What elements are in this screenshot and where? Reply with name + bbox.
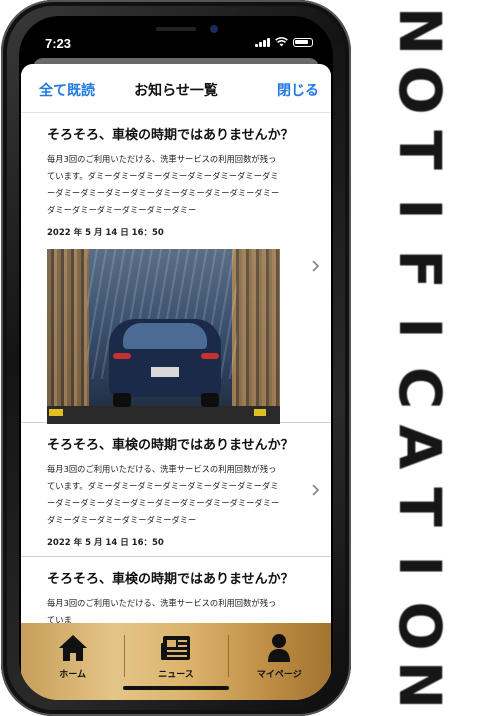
wifi-icon [275,37,288,47]
side-letter: A [386,424,454,470]
notification-date: 2022 年 5 月 14 日 16：50 [47,538,164,548]
status-time: 7:23 [45,36,72,51]
notification-item[interactable]: そろそろ、車検の時期ではありませんか？ 毎月3回のご利用いただける、洗車サービス… [21,423,331,557]
side-letter: T [386,130,454,170]
tab-divider [124,635,126,677]
tab-label: ニュース [158,670,194,680]
speaker [156,27,196,31]
side-letter: O [386,65,454,116]
close-button[interactable]: 閉じる [277,80,319,100]
side-letter: I [386,555,454,577]
side-letter: F [386,249,454,289]
battery-icon [293,37,313,47]
notification-title: そろそろ、車検の時期ではありませんか？ [47,438,294,453]
home-indicator [123,686,229,690]
status-bar: 7:23 [19,16,333,60]
notification-title: そろそろ、車検の時期ではありませんか？ [47,572,294,587]
notification-body: 毎月3回のご利用いただける、洗車サービスの利用回数が残っていま [47,598,277,623]
notification-item[interactable]: そろそろ、車検の時期ではありませんか？ 毎月3回のご利用いただける、洗車サービス… [21,557,331,623]
side-letter: I [386,198,454,221]
chevron-right-icon [312,484,320,496]
phone-frame: 7:23 全て既読 お知らせ一覧 閉じる そろそろ、車検の時期ではありませんか？… [1,0,351,716]
notification-title: そろそろ、車検の時期ではありませんか？ [47,128,294,143]
tab-label: マイページ [256,670,302,680]
newspaper-icon [160,636,190,660]
notification-item[interactable]: そろそろ、車検の時期ではありませんか？ 毎月3回のご利用いただける、洗車サービス… [21,113,331,424]
tab-label: ホーム [59,670,87,680]
user-icon [268,634,291,662]
status-icons [255,37,313,47]
camera [210,25,218,33]
tab-mypage[interactable]: マイページ [227,623,331,700]
side-notification-word: N O T I F I C A T I O N [370,2,470,714]
signal-icon [255,37,270,47]
notification-body: 毎月3回のご利用いただける、洗車サービスの利用回数が残っています。ダミーダミーダ… [47,464,280,525]
side-letter: T [386,486,454,527]
side-letter: I [386,317,454,340]
tab-divider [227,635,229,677]
tab-home[interactable]: ホーム [21,623,124,700]
side-letter: O [386,600,454,651]
notification-list[interactable]: そろそろ、車検の時期ではありませんか？ 毎月3回のご利用いただける、洗車サービス… [21,113,331,623]
notification-sheet: 全て既読 お知らせ一覧 閉じる そろそろ、車検の時期ではありませんか？ 毎月3回… [21,64,331,700]
notification-date: 2022 年 5 月 14 日 16：50 [47,228,164,238]
nav-bar: 全て既読 お知らせ一覧 閉じる [21,64,331,113]
side-letter: C [386,366,454,409]
notch [92,16,260,46]
home-icon [58,635,87,661]
side-letter: N [386,660,454,710]
chevron-right-icon [312,260,320,272]
car-wash-image [47,249,280,424]
phone-screen: 7:23 全て既読 お知らせ一覧 閉じる そろそろ、車検の時期ではありませんか？… [19,16,333,700]
notification-body: 毎月3回のご利用いただける、洗車サービスの利用回数が残っています。ダミーダミーダ… [47,154,280,215]
side-letter: N [386,6,454,56]
